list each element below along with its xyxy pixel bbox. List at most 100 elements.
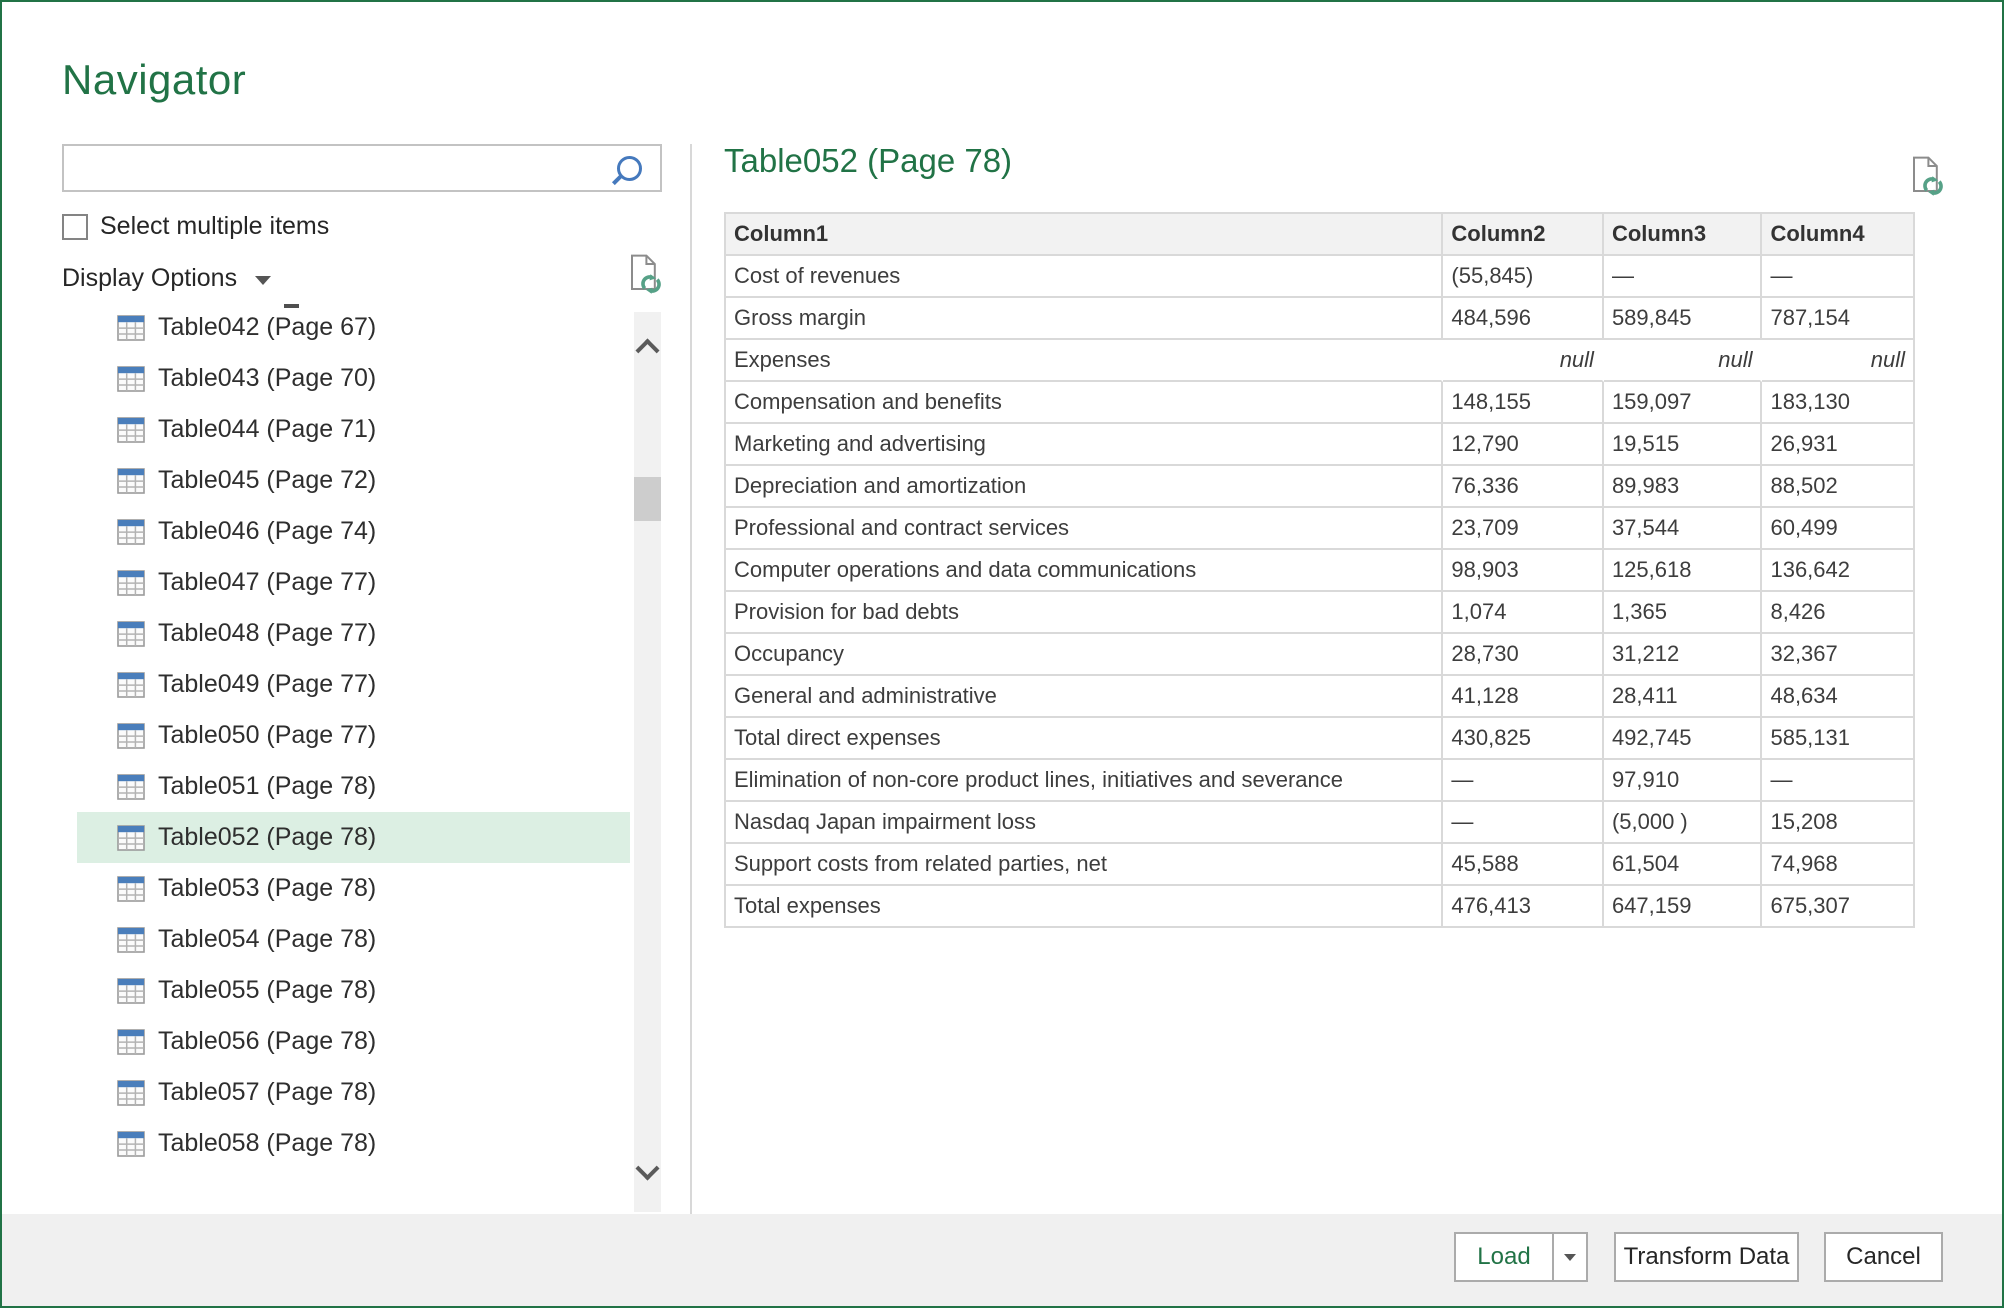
list-item[interactable]: Table045 (Page 72): [77, 455, 630, 506]
list-item-label: Table058 (Page 78): [158, 1129, 377, 1157]
list-item[interactable]: Table055 (Page 78): [77, 965, 630, 1016]
refresh-icon[interactable]: [626, 254, 662, 301]
navigator-dialog: Navigator Select multiple items Display …: [0, 0, 2004, 1308]
table-icon: [117, 671, 145, 698]
table-icon: [117, 518, 145, 545]
table-cell: 45,588: [1443, 844, 1604, 886]
table-cell: 675,307: [1770, 893, 1850, 918]
table-cell: 647,159: [1604, 886, 1763, 926]
table-cell: null: [1603, 340, 1763, 382]
table-cell: 23,709: [1443, 508, 1604, 550]
list-item[interactable]: Table047 (Page 77): [77, 557, 630, 608]
table-cell: 74,968: [1762, 844, 1913, 886]
table-row: Total expenses 476,413 647,159 675,307: [726, 886, 1913, 926]
list-item[interactable]: Table049 (Page 77): [77, 659, 630, 710]
table-cell: 183,130: [1762, 382, 1913, 424]
list-item[interactable]: Table054 (Page 78): [77, 914, 630, 965]
load-dropdown-button[interactable]: [1552, 1232, 1588, 1282]
table-cell: 37,544: [1603, 508, 1763, 550]
table-row: Marketing and advertising 12,790 19,515 26,…: [726, 424, 1913, 466]
display-options-label: Display Options: [62, 264, 238, 292]
transform-data-button[interactable]: Transform Data: [1614, 1232, 1799, 1282]
table-icon: [117, 977, 145, 1004]
list-scrollbar[interactable]: [634, 312, 661, 1212]
table-row: Elimination of non-core product lines, i…: [726, 760, 1913, 802]
list-item-label: Table054 (Page 78): [158, 925, 377, 953]
table-cell: (55,845): [1443, 256, 1604, 298]
select-multiple-checkbox[interactable]: [62, 213, 88, 240]
table-cell: 97,910: [1603, 760, 1763, 802]
table-cell: 8,426: [1762, 592, 1913, 634]
table-row: Professional and contract services 23,709…: [726, 508, 1913, 550]
table-icon: [117, 467, 145, 494]
table-cell: Depreciation and amortization: [726, 466, 1444, 508]
table-cell: 88,502: [1762, 466, 1913, 508]
list-item[interactable]: Table056 (Page 78): [77, 1016, 630, 1067]
table-row: Occupancy 28,730 31,212 32,367: [726, 634, 1913, 676]
table-cell: 19,515: [1603, 424, 1763, 466]
list-item[interactable]: Table046 (Page 74): [77, 506, 630, 557]
column-header: Column1: [726, 214, 1444, 256]
table-cell: Occupancy: [726, 634, 1444, 676]
table-cell: 136,642: [1762, 550, 1913, 592]
table-icon: [117, 416, 145, 443]
table-icon: [117, 875, 145, 902]
table-icon: [117, 620, 145, 647]
table-cell: 28,411: [1603, 676, 1763, 718]
load-button[interactable]: Load: [1454, 1232, 1554, 1282]
search-input[interactable]: [64, 146, 617, 190]
table-row: Depreciation and amortization 76,336 89,98…: [726, 466, 1913, 508]
list-item[interactable]: Table053 (Page 78): [77, 863, 630, 914]
table-row: Cost of revenues (55,845) — —: [726, 256, 1913, 298]
table-row: Nasdaq Japan impairment loss — (5,000 ) 15,…: [726, 802, 1913, 844]
list-item[interactable]: Table048 (Page 77): [77, 608, 630, 659]
table-cell: 1,365: [1603, 592, 1763, 634]
list-item-label: Table053 (Page 78): [158, 874, 377, 902]
search-icon[interactable]: [617, 155, 642, 181]
table-icon: [117, 773, 145, 800]
table-row: Expenses null null null: [726, 340, 1913, 382]
table-cell: Cost of revenues: [726, 256, 1444, 298]
table-icon: [117, 926, 145, 953]
list-item-label: Table056 (Page 78): [158, 1027, 377, 1055]
list-item[interactable]: Table050 (Page 77): [77, 710, 630, 761]
list-item[interactable]: Table044 (Page 71): [77, 404, 630, 455]
list-item-label: Table046 (Page 74): [158, 517, 377, 545]
list-item[interactable]: Table042 (Page 67): [77, 302, 630, 353]
panel-divider: [690, 144, 692, 1214]
table-body: Cost of revenues (55,845) — — Gross margin 48…: [726, 256, 1913, 926]
refresh-preview-icon[interactable]: [1908, 156, 1944, 203]
scrollbar-thumb[interactable]: [634, 477, 661, 521]
table-cell: 28,730: [1443, 634, 1604, 676]
table-row: Computer operations and data communicati…: [726, 550, 1913, 592]
table-icon: [117, 1079, 145, 1106]
table-cell: 476,413: [1443, 886, 1604, 926]
table-cell: Support costs from related parties, net: [726, 844, 1444, 886]
list-item[interactable]: Table052 (Page 78): [77, 812, 630, 863]
list-item[interactable]: Table058 (Page 78): [77, 1118, 630, 1169]
table-cell: —: [1443, 760, 1604, 802]
list-item-label: Table047 (Page 77): [158, 568, 377, 596]
cancel-button[interactable]: Cancel: [1824, 1232, 1943, 1282]
scroll-up-icon[interactable]: [635, 338, 660, 363]
table-cell: 148,155: [1443, 382, 1604, 424]
list-item[interactable]: Table051 (Page 78): [77, 761, 630, 812]
table-cell: 89,983: [1603, 466, 1763, 508]
table-cell: —: [1603, 256, 1763, 298]
table-cell: 98,903: [1443, 550, 1604, 592]
table-cell: Gross margin: [726, 298, 1444, 340]
table-cell: Elimination of non-core product lines, i…: [726, 760, 1444, 802]
list-item-label: Table057 (Page 78): [158, 1078, 377, 1106]
display-options[interactable]: Display Options: [62, 264, 272, 293]
scroll-down-icon[interactable]: [635, 1156, 660, 1181]
table-row: Compensation and benefits 148,155 159,097 1…: [726, 382, 1913, 424]
table-icon: [117, 824, 145, 851]
list-item[interactable]: Table043 (Page 70): [77, 353, 630, 404]
table-icon: [117, 569, 145, 596]
search-box: [62, 144, 662, 192]
table-cell: Marketing and advertising: [726, 424, 1444, 466]
table-cell: (5,000 ): [1603, 802, 1763, 844]
table-cell: Computer operations and data communicati…: [726, 550, 1444, 592]
list-item[interactable]: Table057 (Page 78): [77, 1067, 630, 1118]
table-cell: Total expenses: [726, 886, 1444, 926]
